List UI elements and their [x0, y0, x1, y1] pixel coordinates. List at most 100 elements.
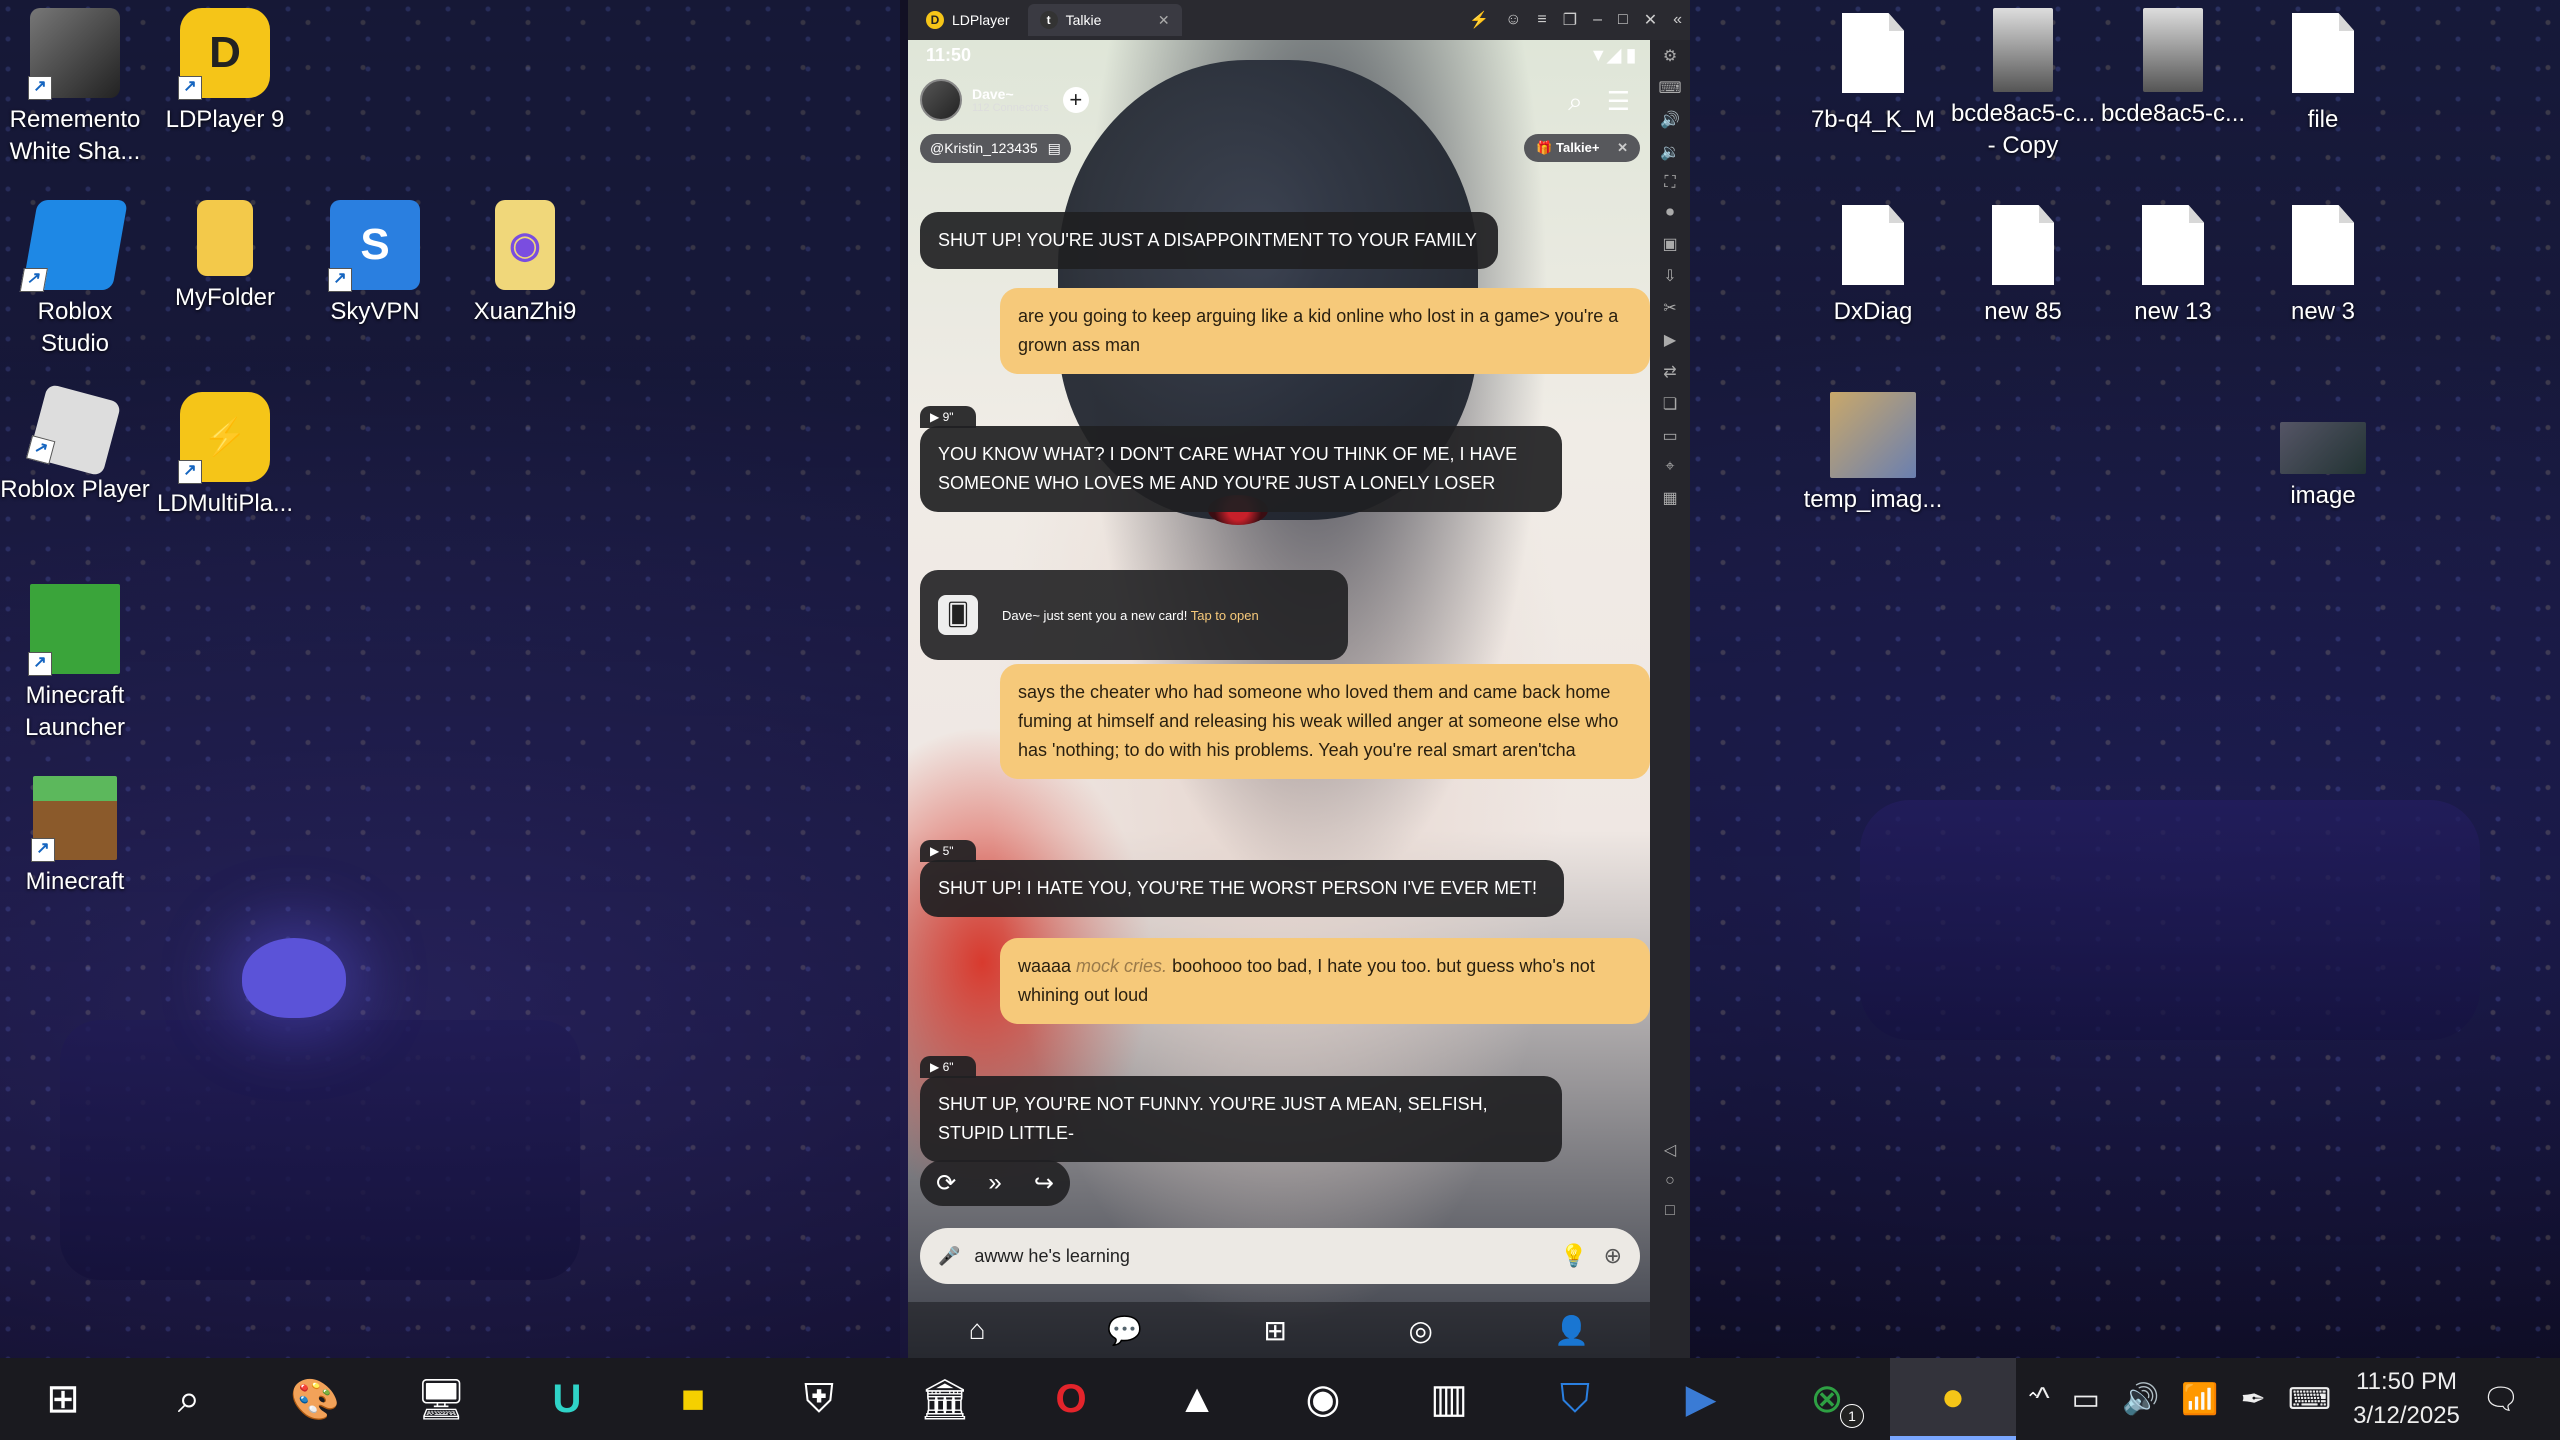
share-icon[interactable]: ↪ — [1034, 1169, 1054, 1198]
desktop-icon-ldplayer[interactable]: D ↗ LDPlayer 9 — [150, 8, 300, 136]
boost-icon[interactable]: ⚡ — [1469, 10, 1489, 30]
close-icon[interactable]: ✕ — [1644, 10, 1657, 30]
desktop-file-image[interactable]: image — [2248, 392, 2398, 512]
audio-play-button[interactable]: ▶ 9" — [920, 406, 976, 428]
taskbar-skyvpn[interactable]: ⛉ — [1512, 1358, 1638, 1440]
desktop-icon-minecraft[interactable]: ↗ Minecraft — [0, 776, 150, 898]
new-card-notification[interactable]: 🂠 Dave~ just sent you a new card! Tap to… — [920, 570, 1348, 660]
home-icon[interactable]: ⌂ — [969, 1314, 986, 1346]
audio-play-button[interactable]: ▶ 6" — [920, 1056, 976, 1078]
explore-icon[interactable]: ◎ — [1408, 1314, 1432, 1347]
volume-icon[interactable]: 🔊 — [2122, 1382, 2159, 1417]
taskbar-ldplayer[interactable]: ● — [1890, 1358, 2016, 1440]
desktop-file-bcde-copy[interactable]: bcde8ac5-c... - Copy — [1948, 8, 2098, 162]
taskbar-app[interactable]: 🏛 — [882, 1358, 1008, 1440]
location-icon[interactable]: ⌖ — [1665, 458, 1674, 476]
regenerate-icon[interactable]: ⟳ — [936, 1169, 956, 1198]
user-handle-tag[interactable]: @Kristin_123435 ▤ — [920, 133, 1071, 163]
settings-icon[interactable]: ⚙ — [1663, 46, 1677, 66]
taskbar-security[interactable]: ⛨ — [756, 1358, 882, 1440]
search-button[interactable]: ⌕ — [126, 1358, 252, 1440]
restore-icon[interactable]: ❐ — [1563, 10, 1577, 30]
apk-icon[interactable]: ▣ — [1662, 234, 1677, 254]
video-icon[interactable]: ▶ — [1664, 330, 1676, 350]
desktop-icon-myfolder[interactable]: MyFolder — [150, 200, 300, 314]
desktop-file-file[interactable]: file — [2248, 8, 2398, 136]
desktop-file-dxdiag[interactable]: DxDiag — [1798, 200, 1948, 328]
wifi-icon[interactable]: 📶 — [2181, 1382, 2218, 1417]
user-message[interactable]: says the cheater who had someone who lov… — [1000, 664, 1650, 779]
taskbar-inkscape[interactable]: ▲ — [1134, 1358, 1260, 1440]
keyboard-icon[interactable]: ⌨ — [1658, 78, 1681, 98]
taskbar-xbox[interactable]: ⊗ 1 — [1764, 1358, 1890, 1440]
close-icon[interactable]: ✕ — [1617, 140, 1628, 155]
bot-message[interactable]: SHUT UP, YOU'RE NOT FUNNY. YOU'RE JUST A… — [920, 1076, 1562, 1162]
desktop-icon-xuanzhi[interactable]: ◉ XuanZhi9 — [450, 200, 600, 328]
bot-message[interactable]: SHUT UP! I HATE YOU, YOU'RE THE WORST PE… — [920, 860, 1564, 917]
user-message[interactable]: waaaa mock cries. boohooo too bad, I hat… — [1000, 938, 1650, 1024]
maximize-icon[interactable]: □ — [1618, 11, 1628, 29]
back-icon[interactable]: ◁ — [1664, 1140, 1676, 1160]
clock[interactable]: 11:50 PM 3/12/2025 — [2353, 1365, 2460, 1433]
desktop-icon-ldmultiplayer[interactable]: ⚡ ↗ LDMultiPla... — [150, 392, 300, 520]
collapse-sidebar-icon[interactable]: « — [1673, 11, 1682, 29]
bot-message[interactable]: YOU KNOW WHAT? I DON'T CARE WHAT YOU THI… — [920, 426, 1562, 512]
message-input[interactable] — [972, 1244, 1545, 1268]
copy-icon[interactable]: ❏ — [1663, 394, 1677, 414]
folder-icon[interactable]: ▭ — [1662, 426, 1677, 446]
taskbar-ibis[interactable]: ◉ — [1260, 1358, 1386, 1440]
account-icon[interactable]: ☺ — [1505, 11, 1521, 29]
talkie-plus-button[interactable]: 🎁 Talkie+ ✕ — [1524, 134, 1640, 162]
microphone-icon[interactable]: 🎤 — [938, 1246, 960, 1267]
taskbar-paint[interactable]: 🎨 — [252, 1358, 378, 1440]
notification-icon[interactable]: 🗨 — [2482, 1382, 2520, 1417]
recent-apps-icon[interactable]: □ — [1665, 1202, 1675, 1220]
battery-icon[interactable]: ▭ — [2072, 1382, 2100, 1417]
volume-up-icon[interactable]: 🔊 — [1660, 110, 1680, 130]
continue-icon[interactable]: » — [988, 1169, 1001, 1197]
user-message[interactable]: are you going to keep arguing like a kid… — [1000, 288, 1650, 374]
desktop-icon-rememento[interactable]: ↗ Rememento White Sha... — [0, 8, 150, 168]
start-button[interactable]: ⊞ — [0, 1358, 126, 1440]
volume-down-icon[interactable]: 🔉 — [1660, 142, 1680, 162]
taskbar-opera[interactable]: O — [1008, 1358, 1134, 1440]
close-tab-icon[interactable]: ✕ — [1158, 12, 1170, 29]
menu-icon[interactable]: ≡ — [1537, 11, 1546, 29]
desktop-file-new3[interactable]: new 3 — [2248, 200, 2398, 328]
desktop-icon-skyvpn[interactable]: S ↗ SkyVPN — [300, 200, 450, 328]
chat-icon[interactable]: 💬 — [1107, 1314, 1142, 1347]
desktop-icon-minecraft-launcher[interactable]: ↗ Minecraft Launcher — [0, 584, 150, 744]
taskbar-powershell[interactable]: ▶ — [1638, 1358, 1764, 1440]
desktop-icon-roblox-studio[interactable]: ↗ Roblox Studio — [0, 200, 150, 360]
desktop-file-7b-q4[interactable]: 7b-q4_K_M — [1798, 8, 1948, 136]
desktop-file-new13[interactable]: new 13 — [2098, 200, 2248, 328]
taskbar-sticky-notes[interactable]: ■ — [630, 1358, 756, 1440]
follow-button[interactable]: + — [1062, 87, 1089, 113]
tab-ldplayer[interactable]: D LDPlayer — [914, 4, 1022, 36]
minimize-icon[interactable]: – — [1593, 11, 1602, 29]
search-icon[interactable]: ⌕ — [1568, 86, 1583, 118]
avatar[interactable] — [920, 79, 962, 121]
profile-icon[interactable]: 👤 — [1554, 1314, 1589, 1347]
pen-icon[interactable]: ✒ — [2241, 1382, 2266, 1417]
tap-to-open-link[interactable]: Tap to open — [1191, 608, 1259, 623]
desktop-file-bcde[interactable]: bcde8ac5-c... — [2098, 8, 2248, 130]
desktop-file-temp-image[interactable]: temp_imag... — [1798, 392, 1948, 516]
sync-icon[interactable]: ⇄ — [1663, 362, 1676, 382]
keyboard-icon[interactable]: ⌨ — [2288, 1382, 2331, 1417]
hint-icon[interactable]: 💡 — [1560, 1243, 1587, 1269]
create-icon[interactable]: ⊞ — [1264, 1314, 1287, 1347]
desktop-icon-roblox-player[interactable]: ↗ Roblox Player — [0, 383, 150, 506]
audio-play-button[interactable]: ▶ 5" — [920, 840, 976, 862]
chevron-up-icon[interactable]: ^ — [2036, 1382, 2050, 1416]
tab-talkie[interactable]: t Talkie ✕ — [1027, 4, 1182, 36]
scissors-icon[interactable]: ✂ — [1663, 298, 1676, 318]
desktop-file-new85[interactable]: new 85 — [1948, 200, 2098, 328]
taskbar-u-app[interactable]: U — [504, 1358, 630, 1440]
screenshot-icon[interactable]: ⛶ — [1664, 174, 1675, 192]
install-icon[interactable]: ⇩ — [1663, 266, 1676, 286]
multi-instance-icon[interactable]: ▦ — [1662, 488, 1677, 508]
taskbar-winrar[interactable]: ▥ — [1386, 1358, 1512, 1440]
taskbar-control-panel[interactable]: 🖥 — [378, 1358, 504, 1440]
home-button-icon[interactable]: ○ — [1665, 1172, 1675, 1190]
